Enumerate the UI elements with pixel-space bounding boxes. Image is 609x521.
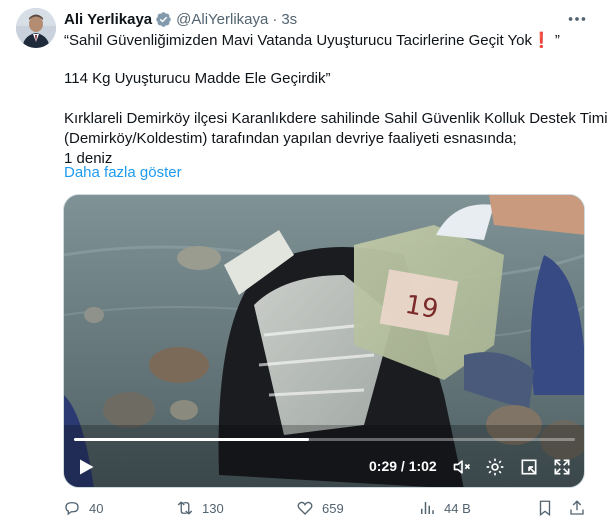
views-count: 44 B (444, 500, 471, 516)
bookmark-icon[interactable] (536, 499, 554, 517)
tweet-line-1: “Sahil Güvenliğimizden Mavi Vatanda Uyuş… (64, 32, 560, 49)
retweet-button[interactable]: 130 (176, 498, 224, 518)
exclamation-emoji: ❗ (532, 32, 551, 49)
retweet-icon (177, 501, 193, 515)
tweet-timestamp[interactable]: 3s (281, 11, 297, 28)
reply-button[interactable]: 40 (63, 498, 103, 518)
share-icon[interactable] (568, 499, 586, 517)
tweet-actions: 40 130 659 44 B (63, 498, 593, 518)
play-icon[interactable] (77, 458, 95, 476)
volume-icon[interactable] (452, 457, 472, 477)
tweet-line-2: 114 Kg Uyuşturucu Madde Ele Geçirdik” (64, 70, 331, 87)
show-more-link[interactable]: Daha fazla göster (64, 163, 182, 183)
video-player[interactable]: 19 0:29 / 1:02 (63, 194, 585, 488)
views-button[interactable]: 44 B (418, 498, 471, 518)
video-frame: 19 (64, 195, 584, 487)
more-icon[interactable] (566, 8, 588, 30)
like-icon (297, 501, 313, 515)
tweet-line-3: Kırklareli Demirköy ilçesi Karanlıkdere … (64, 110, 608, 127)
tweet[interactable]: Ali Yerlikaya @AliYerlikaya · 3s “Sahil … (0, 0, 609, 521)
verified-badge-icon (156, 11, 171, 27)
minimize-icon[interactable] (519, 457, 539, 477)
tweet-header: Ali Yerlikaya @AliYerlikaya · 3s (64, 9, 297, 29)
header-separator: · (272, 10, 278, 28)
like-count: 659 (322, 500, 344, 516)
like-button[interactable]: 659 (296, 498, 344, 518)
settings-icon[interactable] (485, 457, 505, 477)
video-time: 0:29 / 1:02 (369, 458, 437, 474)
video-progress-fill (74, 438, 310, 441)
video-progress-bar[interactable] (74, 438, 575, 441)
views-icon (421, 502, 434, 514)
retweet-count: 130 (202, 500, 224, 516)
avatar[interactable] (16, 8, 56, 48)
tweet-line-4: (Demirköy/Koldestim) tarafından yapılan … (64, 130, 517, 147)
avatar-portrait (16, 8, 56, 48)
author-name[interactable]: Ali Yerlikaya (64, 11, 152, 28)
fullscreen-icon[interactable] (552, 457, 572, 477)
reply-count: 40 (89, 500, 104, 516)
reply-icon (65, 502, 79, 516)
author-handle[interactable]: @AliYerlikaya (176, 11, 268, 28)
bag-label: 19 (403, 290, 441, 325)
